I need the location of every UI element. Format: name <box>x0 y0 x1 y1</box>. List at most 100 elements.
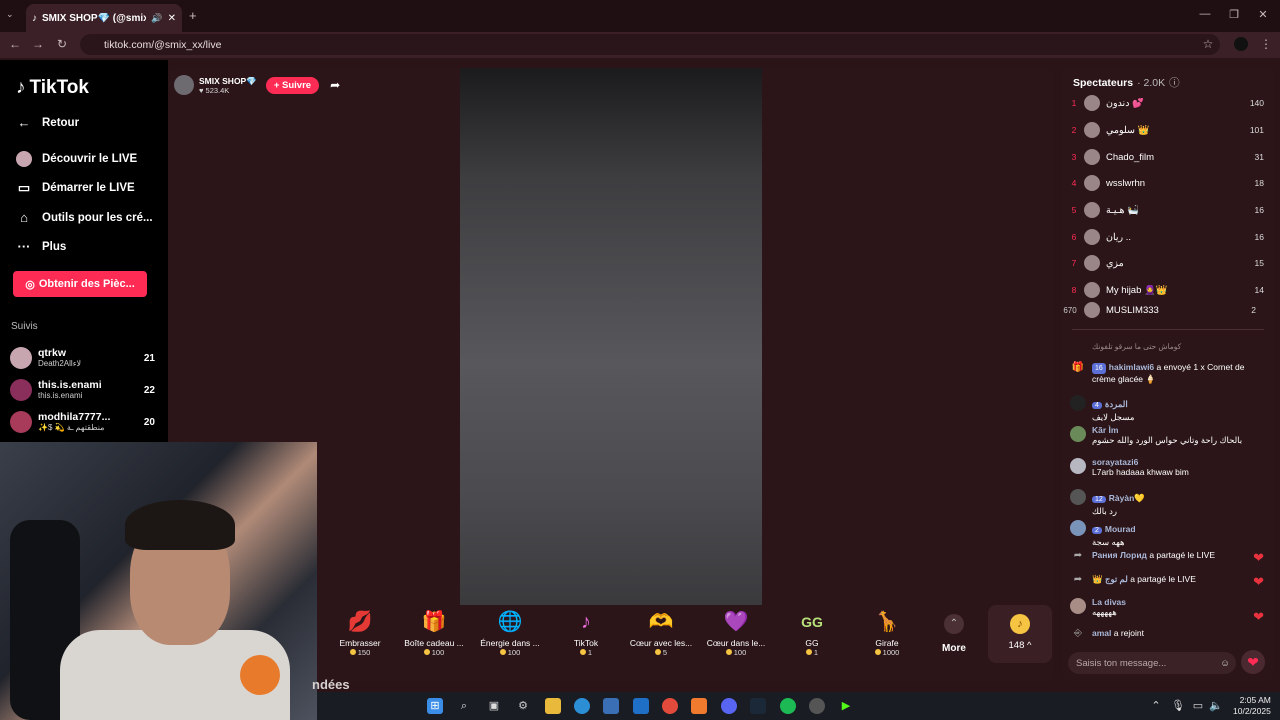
my-rank-row[interactable]: 670 MUSLIM333 2 <box>1062 301 1256 319</box>
maximize-icon[interactable]: ❐ <box>1227 8 1241 22</box>
viewer-rank-row[interactable]: 7 مزي 15 <box>1070 254 1264 272</box>
minimize-icon[interactable]: — <box>1198 8 1212 22</box>
chat-user[interactable]: sorayatazi6 <box>1092 457 1189 467</box>
back-link[interactable]: ← Retour <box>16 115 80 130</box>
chrome-icon[interactable] <box>662 698 678 714</box>
browser-menu-icon[interactable]: ⋮ <box>1259 37 1273 51</box>
microphone-icon[interactable]: 🎙 <box>1170 698 1186 714</box>
obs-icon[interactable] <box>809 698 825 714</box>
volume-icon[interactable]: 🔈 <box>1208 698 1224 714</box>
more-gifts-button[interactable]: ⌃ More <box>938 614 970 654</box>
settings-icon[interactable]: ⚙ <box>515 698 531 714</box>
reload-icon[interactable]: ↻ <box>55 37 69 51</box>
chat-input[interactable]: Saisis ton message... ☺ <box>1068 652 1236 674</box>
chat-user[interactable]: Kãr Ìm <box>1092 425 1242 435</box>
avatar <box>1070 458 1086 474</box>
windows-start-icon[interactable]: ⊞ <box>427 698 443 714</box>
network-icon[interactable]: ▭ <box>1190 698 1206 714</box>
gift-name: GG <box>805 638 819 648</box>
following-name: modhila7777... <box>38 411 111 423</box>
streamer-name[interactable]: SMIX SHOP💎 <box>199 76 257 86</box>
chat-message[interactable]: 4 المردة مسجل لايف <box>1070 394 1270 423</box>
browser-tab[interactable]: ♪ SMIX SHOP💎 (@smix_xx) ... 🔊 ✕ <box>26 4 182 32</box>
chat-user[interactable]: amal <box>1092 628 1111 638</box>
gift-item[interactable]: 🫶 Cœur avec les... 5 <box>626 610 696 657</box>
chat-event[interactable]: ⎆ amal a rejoint <box>1070 628 1270 639</box>
chat-user[interactable]: Рания Лорид <box>1092 550 1147 560</box>
audio-icon[interactable]: 🔊 <box>151 13 162 24</box>
taskbar-clock[interactable]: 2:05 AM 10/2/2025 <box>1233 695 1271 717</box>
emoji-icon[interactable]: ☺ <box>1220 658 1230 669</box>
gift-item[interactable]: ♪ TikTok 1 <box>551 610 621 657</box>
chat-user[interactable]: 👑 لم توج <box>1092 574 1128 584</box>
like-heart-button[interactable]: ❤ <box>1241 650 1265 674</box>
sidebar-item-discover-live[interactable]: Découvrir le LIVE <box>16 151 137 167</box>
steam-icon[interactable] <box>750 698 766 714</box>
chat-user[interactable]: Mourad <box>1105 524 1136 534</box>
window-close-icon[interactable]: ✕ <box>1256 8 1270 22</box>
chat-user[interactable]: المردة <box>1105 399 1128 409</box>
outlook-icon[interactable] <box>633 698 649 714</box>
file-explorer-icon[interactable] <box>545 698 561 714</box>
chat-message[interactable]: 🎁 16 hakimlawi6 a envoyé 1 x Cornet de cr… <box>1070 362 1270 385</box>
chat-message[interactable]: 12 Ràyàn💛 رد بالك <box>1070 488 1270 517</box>
chat-event[interactable]: ➦ Рания Лорид a partagé le LIVE ❤ <box>1070 550 1264 566</box>
url-field[interactable]: tiktok.com/@smix_xx/live <box>80 34 1220 55</box>
streamer-avatar[interactable] <box>174 75 194 95</box>
chat-message[interactable]: 2 Mourad ههه سجة <box>1070 519 1270 548</box>
chat-message[interactable]: Kãr Ìm بالحاك راحة وتاني حواس الورد والله… <box>1070 425 1270 446</box>
gift-item[interactable]: 🎁 Boîte cadeau ... 100 <box>399 610 469 657</box>
back-arrow-icon[interactable]: ← <box>8 37 22 51</box>
app-icon[interactable] <box>691 698 707 714</box>
avatar <box>1070 598 1086 614</box>
search-icon[interactable]: ⌕ <box>456 698 472 714</box>
gift-item[interactable]: GG GG 1 <box>777 610 847 657</box>
gift-item[interactable]: 🌐 Énergie dans ... 100 <box>475 610 545 657</box>
chat-message[interactable]: La divas هههههه ❤ <box>1070 597 1264 625</box>
chat-message[interactable]: sorayatazi6 L7arb hadaaa khwaw bim <box>1070 457 1270 478</box>
following-item[interactable]: modhila7777... ✨$ 💫 منطقتهم ـة 20 <box>10 409 155 435</box>
coin-balance[interactable]: ♪ 148 ^ <box>988 605 1052 663</box>
chat-user[interactable]: Ràyàn💛 <box>1109 493 1145 503</box>
sidebar-item-more[interactable]: ··· Plus <box>16 239 67 254</box>
tab-list-icon[interactable]: ⌄ <box>6 9 14 20</box>
edge-icon[interactable] <box>574 698 590 714</box>
chat-event[interactable]: ➦ 👑 لم توج a partagé le LIVE ❤ <box>1070 574 1264 590</box>
viewer-rank-row[interactable]: 3 Chado_film 31 <box>1070 148 1264 166</box>
share-icon[interactable]: ➦ <box>330 78 340 92</box>
gift-name: Cœur avec les... <box>629 638 693 648</box>
live-video[interactable] <box>460 68 762 605</box>
sidebar-item-start-live[interactable]: ▭ Démarrer le LIVE <box>16 180 135 196</box>
spotify-icon[interactable] <box>780 698 796 714</box>
viewer-rank-row[interactable]: 5 هـيـة 🛀 16 <box>1070 201 1264 219</box>
rank-number: 2 <box>1071 125 1077 135</box>
get-coins-button[interactable]: ◎ Obtenir des Pièc... <box>13 271 147 297</box>
store-icon[interactable] <box>603 698 619 714</box>
tray-chevron-icon[interactable]: ⌃ <box>1148 698 1164 714</box>
profile-avatar[interactable] <box>1234 37 1248 51</box>
following-item[interactable]: qtrkw Death2Allلاء 21 <box>10 345 155 371</box>
new-tab-icon[interactable]: + <box>189 8 197 23</box>
tab-close-icon[interactable]: ✕ <box>168 13 176 24</box>
forward-arrow-icon[interactable]: → <box>31 37 45 51</box>
viewer-rank-row[interactable]: 4 wsslwrhn 18 <box>1070 174 1264 192</box>
viewer-rank-row[interactable]: 1 دندون 💕 140 <box>1070 94 1264 112</box>
gift-item[interactable]: 💋 Embrasser 150 <box>325 610 395 657</box>
viewer-rank-row[interactable]: 2 سلومي 👑 101 <box>1070 121 1264 139</box>
sidebar-item-creator-tools[interactable]: ⌂ Outils pour les cré... <box>16 210 153 225</box>
following-item[interactable]: this.is.enami this.is.enami 22 <box>10 377 155 403</box>
gift-item[interactable]: 💜 Cœur dans le... 100 <box>701 610 771 657</box>
gift-item[interactable]: 🦒 Girafe 1000 <box>852 610 922 657</box>
follow-button[interactable]: + Suivre <box>265 76 320 94</box>
task-view-icon[interactable]: ▣ <box>486 698 502 714</box>
bookmark-star-icon[interactable]: ☆ <box>1201 37 1215 51</box>
viewer-name: هـيـة 🛀 <box>1106 204 1140 216</box>
viewer-rank-row[interactable]: 6 ريان .. 16 <box>1070 228 1264 246</box>
info-icon[interactable]: ⓘ <box>1169 75 1180 90</box>
tiktok-logo[interactable]: ♪ TikTok <box>16 77 89 99</box>
kick-icon[interactable]: ▶ <box>838 698 854 714</box>
chat-user[interactable]: La divas <box>1092 597 1126 607</box>
viewer-rank-row[interactable]: 8 My hijab 🧕👑 14 <box>1070 281 1264 299</box>
discord-icon[interactable] <box>721 698 737 714</box>
chat-user[interactable]: hakimlawi6 <box>1109 362 1154 372</box>
